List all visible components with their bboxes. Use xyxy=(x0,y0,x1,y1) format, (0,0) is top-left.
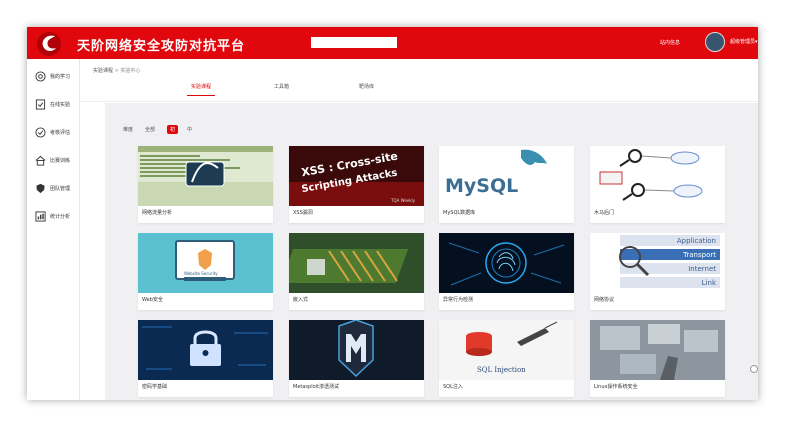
card-thumbnail: SQL Injection xyxy=(439,320,574,380)
course-card[interactable]: 网络流量分析 xyxy=(138,146,273,223)
course-card[interactable]: 木马后门 xyxy=(590,146,725,223)
course-card[interactable]: 密码学基础 xyxy=(138,320,273,397)
home-chart-icon xyxy=(35,155,46,166)
sidebar-item-stats[interactable]: 统计分析 xyxy=(35,209,70,223)
doc-check-icon xyxy=(35,98,46,110)
filter-label: 难度 xyxy=(123,127,134,133)
course-card[interactable]: MySQL MySQL数据库 xyxy=(439,146,574,223)
sidebar-item-team[interactable]: 团队管理 xyxy=(35,181,70,195)
thumb-proto-internet: Internet xyxy=(688,265,716,273)
search-input[interactable] xyxy=(311,37,397,48)
thumb-sqli: SQL Injection xyxy=(477,366,526,374)
target-icon xyxy=(35,70,46,82)
filter-option-active[interactable]: 初 xyxy=(167,125,179,134)
card-title: XSS漏洞 xyxy=(293,210,313,216)
sidebar-item-competition[interactable]: 比赛训练 xyxy=(35,153,70,167)
card-thumbnail: Website Security xyxy=(138,233,273,293)
card-thumbnail xyxy=(590,320,725,380)
scroll-top-button[interactable] xyxy=(750,365,758,373)
course-card[interactable]: XSS : Cross-site Scripting Attacks TQA W… xyxy=(289,146,424,223)
course-card[interactable]: Metasploit渗透测试 xyxy=(289,320,424,397)
course-card[interactable]: Linux操作系统安全 xyxy=(590,320,725,397)
card-thumbnail xyxy=(138,146,273,206)
tab-range[interactable]: 靶场库 xyxy=(359,83,374,90)
card-title: 网络流量分析 xyxy=(142,210,173,216)
card-title: MySQL数据库 xyxy=(443,210,476,216)
thumb-proto-app: Application xyxy=(677,237,716,245)
card-title: 密码学基础 xyxy=(142,384,168,390)
difficulty-filter: 难度 全部 初 中 xyxy=(123,125,204,134)
divider xyxy=(79,101,758,102)
stats-icon xyxy=(35,210,46,222)
sidebar-item-label: 我的学习 xyxy=(50,73,71,80)
card-thumbnail xyxy=(590,146,725,206)
breadcrumb: 实验课程 > 实验中心 xyxy=(93,67,140,74)
card-thumbnail: MySQL xyxy=(439,146,574,206)
card-thumbnail: Application Transport Internet Link xyxy=(590,233,725,293)
card-thumbnail xyxy=(439,233,574,293)
course-card[interactable]: SQL Injection SQL注入 xyxy=(439,320,574,397)
sidebar-item-label: 考核评估 xyxy=(50,129,71,136)
filter-option-all[interactable]: 全部 xyxy=(145,126,155,133)
card-title: SQL注入 xyxy=(443,384,463,390)
card-thumbnail: XSS : Cross-site Scripting Attacks TQA W… xyxy=(289,146,424,206)
logo-icon xyxy=(37,32,61,56)
card-title: 网络协议 xyxy=(594,297,615,303)
sidebar-item-learning[interactable]: 我的学习 xyxy=(35,69,70,83)
course-card[interactable]: Website Security Web安全 xyxy=(138,233,273,310)
breadcrumb-home[interactable]: 实验课程 xyxy=(93,68,113,74)
sidebar-item-label: 在线实验 xyxy=(50,101,71,108)
sidebar-item-label: 统计分析 xyxy=(50,213,71,220)
tab-courses[interactable]: 实验课程 xyxy=(191,83,211,90)
messages-link[interactable]: 站内信息 xyxy=(660,39,680,46)
badge-check-icon xyxy=(35,126,46,138)
app-title: 天阶网络安全攻防对抗平台 xyxy=(77,39,246,54)
card-thumbnail xyxy=(289,320,424,380)
card-title: 木马后门 xyxy=(594,210,615,216)
breadcrumb-current: 实验中心 xyxy=(120,68,141,74)
thumb-web-shield: Website Security xyxy=(184,271,218,276)
card-title: Metasploit渗透测试 xyxy=(293,384,339,390)
sidebar-item-assessment[interactable]: 考核评估 xyxy=(35,125,70,139)
sidebar-item-experiments[interactable]: 在线实验 xyxy=(35,97,70,111)
course-card[interactable]: Application Transport Internet Link 网络协议 xyxy=(590,233,725,310)
thumb-xss-tag: TQA Weekly xyxy=(390,198,416,203)
course-card[interactable]: 异常行为检测 xyxy=(439,233,574,310)
card-title: Linux操作系统安全 xyxy=(594,384,638,390)
course-card[interactable]: 嵌入式 xyxy=(289,233,424,310)
tab-toolbox[interactable]: 工具箱 xyxy=(274,83,289,90)
app-window: 天阶网络安全攻防对抗平台 站内信息 超级管理员▾ 我的学习 在线实验 考核评估 … xyxy=(27,27,758,400)
card-thumbnail xyxy=(138,320,273,380)
filter-option-mid[interactable]: 中 xyxy=(187,126,192,133)
shield-icon xyxy=(36,183,45,193)
card-title: Web安全 xyxy=(142,297,163,303)
active-tab-indicator xyxy=(187,95,215,96)
breadcrumb-sep: > xyxy=(114,68,119,74)
sidebar-item-label: 比赛训练 xyxy=(50,157,71,164)
thumb-proto-link: Link xyxy=(702,279,717,287)
card-title: 异常行为检测 xyxy=(443,297,474,303)
sidebar: 我的学习 在线实验 考核评估 比赛训练 团队管理 统计分析 xyxy=(27,59,80,400)
top-bar: 天阶网络安全攻防对抗平台 站内信息 超级管理员▾ xyxy=(27,27,758,59)
card-title: 嵌入式 xyxy=(293,297,309,303)
user-menu[interactable]: 超级管理员▾ xyxy=(730,38,758,45)
card-thumbnail xyxy=(289,233,424,293)
thumb-proto-transport: Transport xyxy=(682,251,716,259)
sidebar-item-label: 团队管理 xyxy=(50,185,71,192)
avatar[interactable] xyxy=(705,32,725,52)
thumb-mysql: MySQL xyxy=(445,175,518,197)
